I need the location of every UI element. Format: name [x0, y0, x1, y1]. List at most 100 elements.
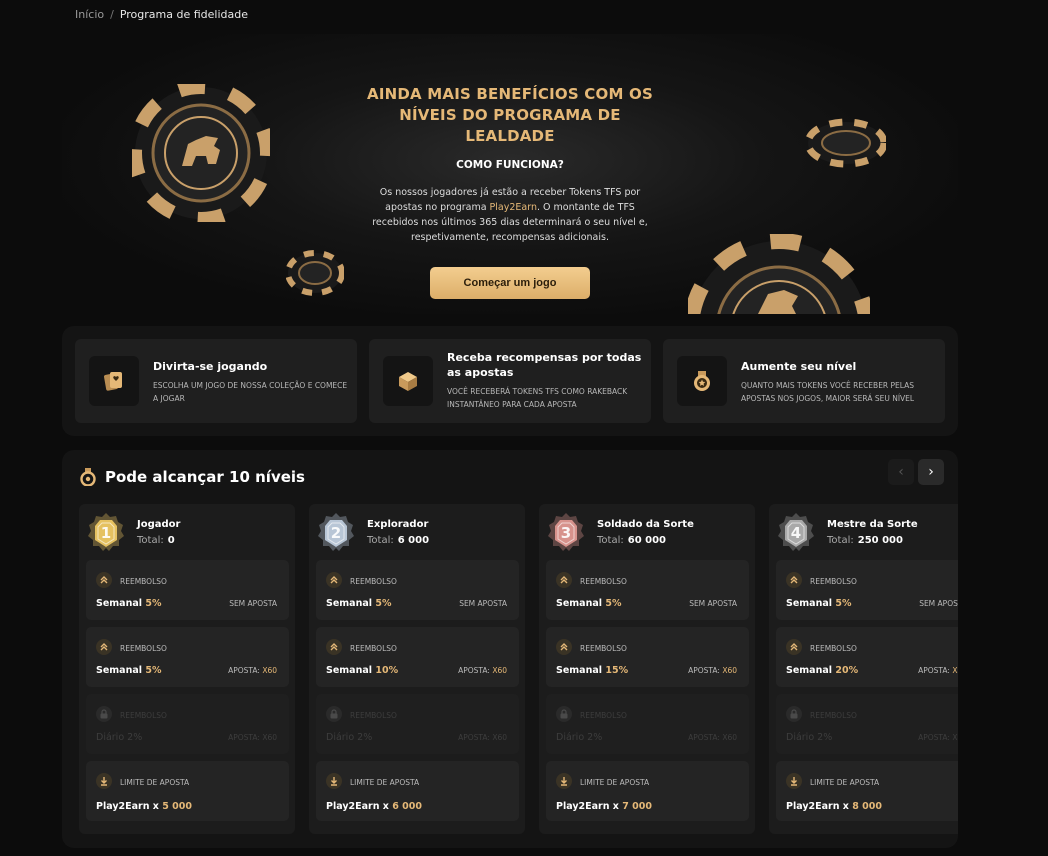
wager-requirement: SEM APOSTA: [459, 599, 507, 608]
levels-title: Pode alcançar 10 níveis: [105, 468, 305, 486]
carousel-next-button[interactable]: ›: [918, 459, 944, 485]
chevrons-up-icon: [330, 643, 338, 651]
download-arrow-icon: [331, 777, 337, 786]
cube-icon: [383, 356, 433, 406]
hero-banner: AINDA MAIS BENEFÍCIOS COM OS NÍVEIS DO P…: [62, 34, 958, 314]
wager-multiplier: X60: [952, 733, 958, 742]
carousel-prev-button[interactable]: ‹: [888, 459, 914, 485]
poker-chip-small-icon: [286, 250, 344, 296]
level-badge-icon: 2: [318, 513, 354, 551]
wager-requirement: SEM APOSTA: [689, 599, 737, 608]
row-period: Semanal: [96, 665, 143, 676]
row-amount: 2%: [127, 732, 143, 743]
reward-row: REEMBOLSO Semanal 5% SEM APOSTA: [776, 560, 958, 620]
poker-chip-large-icon: [132, 84, 270, 222]
wager-text: APOSTA:: [458, 733, 493, 742]
row-value: Semanal 5%: [96, 665, 161, 676]
total-value: 0: [167, 535, 175, 546]
how-description: Escolha um jogo de nossa coleção e comec…: [153, 381, 348, 403]
row-value: Diário 2%: [556, 732, 602, 743]
levels-header: Pode alcançar 10 níveis: [80, 468, 305, 486]
how-title: Aumente seu nível: [741, 360, 857, 373]
wager-text: APOSTA:: [688, 666, 723, 675]
row-value: Play2Earn x 6 000: [326, 801, 422, 812]
row-value: Semanal 15%: [556, 665, 628, 676]
row-amount: 5%: [605, 598, 622, 609]
wager-text: APOSTA:: [228, 733, 263, 742]
breadcrumb-separator: /: [110, 8, 114, 21]
wager-requirement: APOSTA: X60: [918, 733, 958, 742]
lock-icon: [560, 709, 568, 719]
wager-multiplier: X60: [492, 666, 507, 675]
row-value: Play2Earn x 8 000: [786, 801, 882, 812]
reward-row: REEMBOLSO Semanal 10% APOSTA: X60: [316, 627, 519, 687]
level-name: Jogador: [137, 519, 181, 530]
hero-description: Os nossos jogadores já estão a receber T…: [362, 185, 658, 245]
wager-requirement: APOSTA: X60: [458, 733, 507, 742]
locked-reward-row: REEMBOLSO Diário 2% APOSTA: X60: [546, 694, 749, 754]
reward-row: REEMBOLSO Semanal 20% APOSTA: X60: [776, 627, 958, 687]
row-label: LIMITE DE APOSTA: [580, 778, 650, 787]
row-icon: [556, 706, 572, 722]
lock-icon: [100, 709, 108, 719]
row-icon: [556, 572, 572, 588]
row-value: Play2Earn x 7 000: [556, 801, 652, 812]
poker-chip-tilted-icon: [806, 118, 886, 168]
breadcrumb-home-link[interactable]: Início: [75, 8, 104, 21]
reward-row: REEMBOLSO Semanal 5% SEM APOSTA: [316, 560, 519, 620]
total-label: Total:: [597, 535, 624, 546]
wager-multiplier: X60: [722, 666, 737, 675]
wager-multiplier: X60: [722, 733, 737, 742]
row-amount: 2%: [817, 732, 833, 743]
row-period: Play2Earn x: [96, 801, 159, 812]
row-icon: [786, 572, 802, 588]
row-amount: 2%: [587, 732, 603, 743]
start-game-button[interactable]: Começar um jogo: [430, 267, 590, 299]
wager-requirement: SEM APOSTA: [229, 599, 277, 608]
how-description: Quanto mais tokens você receber pelas ap…: [741, 381, 915, 403]
lock-icon: [330, 709, 338, 719]
hero-title: AINDA MAIS BENEFÍCIOS COM OS NÍVEIS DO P…: [367, 85, 653, 145]
level-card: 3 Soldado da Sorte Total: 60 000 REEMBOLS…: [539, 504, 755, 834]
row-label: REEMBOLSO: [120, 644, 167, 653]
total-label: Total:: [827, 535, 854, 546]
row-period: Semanal: [326, 598, 373, 609]
row-value: Semanal 5%: [326, 598, 391, 609]
row-period: Diário: [96, 732, 125, 743]
row-icon: [786, 639, 802, 655]
row-period: Play2Earn x: [786, 801, 849, 812]
level-name: Mestre da Sorte: [827, 519, 918, 530]
row-icon: [786, 706, 802, 722]
wager-requirement: APOSTA: X60: [458, 666, 507, 675]
play2earn-link[interactable]: Play2Earn: [490, 202, 537, 213]
row-amount: 2%: [357, 732, 373, 743]
wager-text: APOSTA:: [918, 666, 953, 675]
row-value: Semanal 10%: [326, 665, 398, 676]
wager-requirement: APOSTA: X60: [918, 666, 958, 675]
locked-reward-row: REEMBOLSO Diário 2% APOSTA: X60: [86, 694, 289, 754]
breadcrumb-current: Programa de fidelidade: [119, 8, 248, 21]
level-name: Explorador: [367, 519, 429, 530]
row-icon: [326, 706, 342, 722]
row-label: LIMITE DE APOSTA: [810, 778, 880, 787]
row-value: Semanal 20%: [786, 665, 858, 676]
wager-multiplier: X60: [262, 733, 277, 742]
row-amount: 10%: [375, 665, 399, 676]
row-period: Semanal: [556, 598, 603, 609]
how-card-rewards: Receba recompensas por todas as apostas …: [369, 339, 651, 423]
chevrons-up-icon: [330, 576, 338, 584]
row-amount: 5%: [145, 598, 162, 609]
level-badge-icon: 1: [88, 513, 124, 551]
how-card-play: Divirta-se jogando Escolha um jogo de no…: [75, 339, 357, 423]
level-total: Total: 60 000: [597, 535, 666, 546]
level-badge-number: 2: [331, 524, 341, 542]
row-amount: 15%: [605, 665, 629, 676]
row-icon: [556, 639, 572, 655]
level-card: 2 Explorador Total: 6 000 REEMBOLSO Seman…: [309, 504, 525, 834]
row-period: Play2Earn x: [556, 801, 619, 812]
wager-requirement: APOSTA: X60: [228, 733, 277, 742]
row-icon: [786, 773, 802, 789]
wager-text: APOSTA:: [918, 733, 953, 742]
row-period: Semanal: [556, 665, 603, 676]
row-amount: 20%: [835, 665, 859, 676]
